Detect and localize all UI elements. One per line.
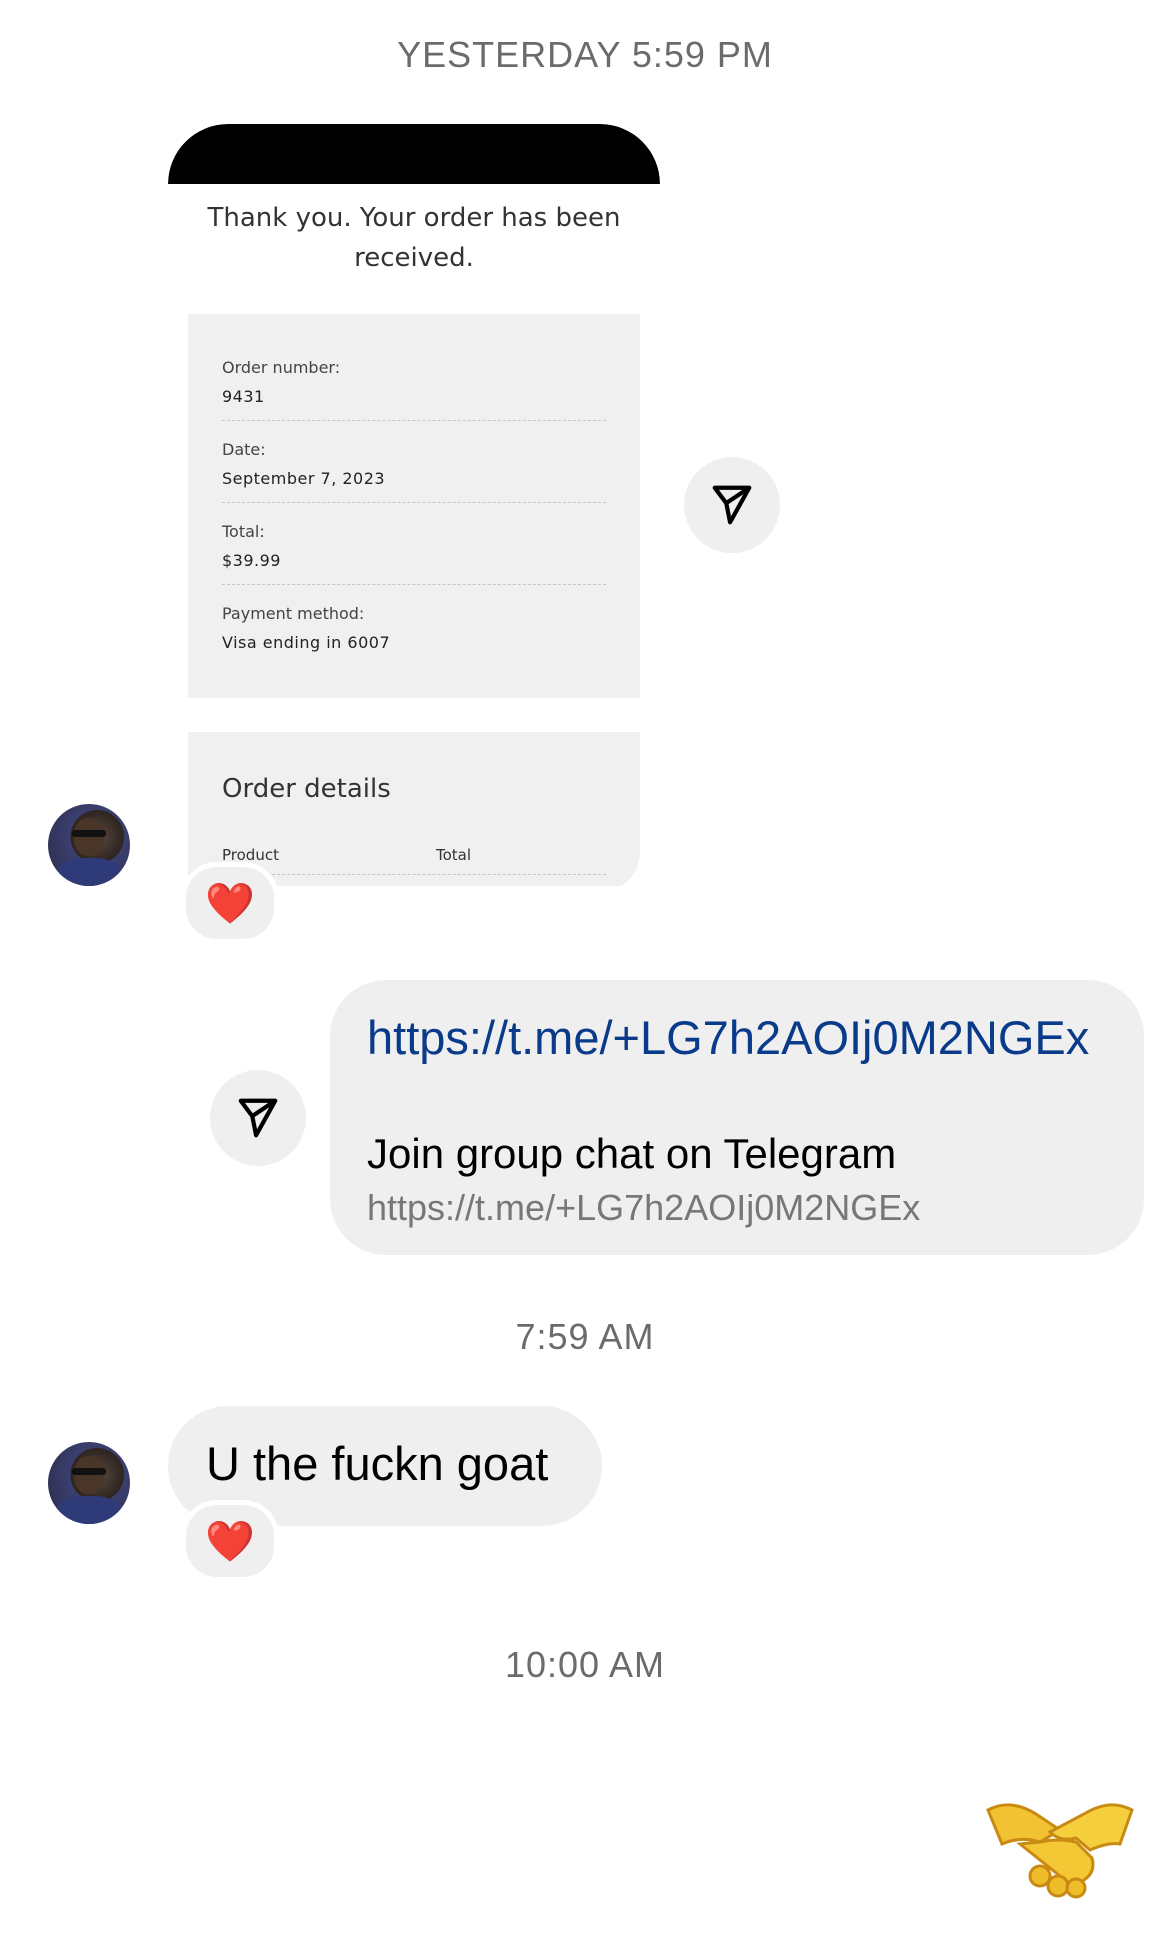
handshake-icon[interactable] — [980, 1780, 1140, 1900]
date-value: September 7, 2023 — [222, 469, 386, 488]
receipt-image-message[interactable]: Thank you. Your order has been received.… — [168, 124, 660, 886]
message-link[interactable]: https://t.me/+LG7h2AOIj0M2NGEx — [367, 1010, 1089, 1065]
order-number-label: Order number: — [222, 358, 341, 377]
link-message-bubble[interactable]: https://t.me/+LG7h2AOIj0M2NGEx Join grou… — [330, 980, 1144, 1255]
divider — [222, 420, 606, 421]
heart-icon: ❤️ — [205, 881, 255, 926]
avatar[interactable] — [48, 804, 130, 886]
link-preview-title[interactable]: Join group chat on Telegram — [367, 1130, 896, 1178]
heart-reaction[interactable]: ❤️ — [181, 862, 279, 944]
avatar-face — [74, 818, 104, 856]
link-preview-url[interactable]: https://t.me/+LG7h2AOIj0M2NGEx — [367, 1187, 920, 1229]
timestamp-yesterday: YESTERDAY 5:59 PM — [397, 34, 773, 75]
date-label: Date: — [222, 440, 266, 459]
avatar-shirt — [56, 858, 122, 886]
order-details-heading: Order details — [222, 774, 391, 804]
payment-row: Payment method: Visa ending in 6007 — [222, 604, 606, 652]
date-row: Date: September 7, 2023 — [222, 440, 606, 488]
receipt-thank-you: Thank you. Your order has been received. — [207, 203, 621, 273]
total-label: Total: — [222, 522, 265, 541]
column-total: Total — [436, 846, 472, 864]
divider — [222, 502, 606, 503]
timestamp-morning: 7:59 AM — [515, 1316, 655, 1357]
total-row: Total: $39.99 — [222, 522, 606, 570]
avatar-glasses — [72, 830, 106, 837]
avatar-face — [74, 1456, 104, 1494]
message-text: U the fuckn goat — [206, 1437, 549, 1490]
paper-plane-icon — [712, 485, 752, 525]
timestamp-latest: 10:00 AM — [504, 1644, 666, 1685]
order-details: Order details Product Total — [188, 732, 640, 886]
payment-value: Visa ending in 6007 — [222, 633, 391, 652]
share-button[interactable] — [684, 457, 780, 553]
avatar-glasses — [72, 1468, 106, 1475]
avatar[interactable] — [48, 1442, 130, 1524]
receipt-header-bar — [168, 124, 660, 184]
order-number-value: 9431 — [222, 387, 265, 406]
heart-icon: ❤️ — [205, 1519, 255, 1564]
paper-plane-icon — [238, 1098, 278, 1138]
order-number-row: Order number: 9431 — [222, 358, 606, 406]
share-button[interactable] — [210, 1070, 306, 1166]
heart-reaction[interactable]: ❤️ — [181, 1500, 279, 1582]
total-value: $39.99 — [222, 551, 281, 570]
divider — [222, 874, 606, 875]
avatar-shirt — [56, 1496, 122, 1524]
divider — [222, 584, 606, 585]
payment-label: Payment method: — [222, 604, 365, 623]
order-summary: Order number: 9431 Date: September 7, 20… — [188, 314, 640, 698]
